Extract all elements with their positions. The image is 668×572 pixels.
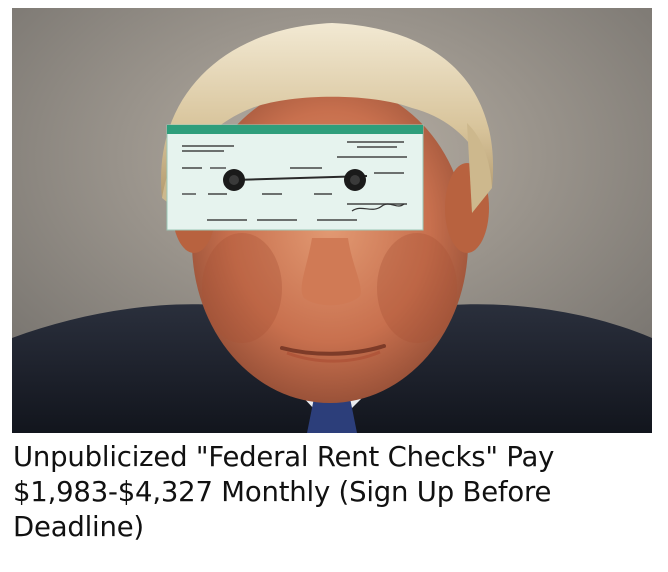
sponsored-ad-card[interactable]: Unpublicized "Federal Rent Checks" Pay $…	[0, 0, 668, 572]
headline-line-1: Unpublicized "Federal Rent Checks" Pay	[13, 441, 555, 473]
ad-headline-link[interactable]: Unpublicized "Federal Rent Checks" Pay $…	[13, 440, 653, 545]
photo-man-with-check-over-eyes	[12, 8, 652, 433]
check-overlay-graphic	[166, 124, 424, 231]
ad-thumbnail-image[interactable]	[12, 8, 652, 433]
headline-line-3: Deadline)	[13, 511, 144, 543]
headline-line-2: $1,983-$4,327 Monthly (Sign Up Before	[13, 476, 552, 508]
